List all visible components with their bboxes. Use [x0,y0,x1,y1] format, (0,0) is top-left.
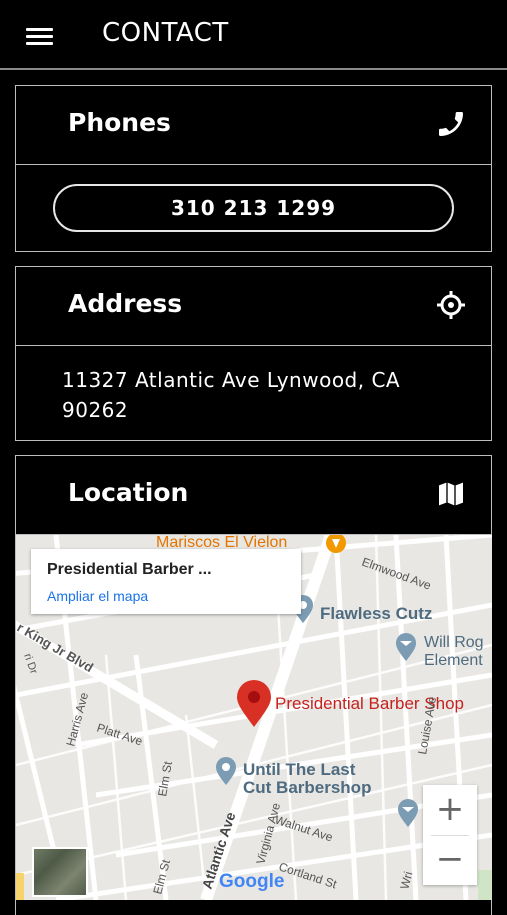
crosshair-location-icon[interactable] [435,289,467,321]
map-zoom-controls: + − [423,785,477,885]
map-label-flawless: Flawless Cutz [320,604,432,623]
hamburger-menu-icon[interactable] [26,26,54,46]
map-label-until-1: Until The Last [243,760,356,779]
phone-icon [439,112,463,136]
address-text: 11327 Atlantic Ave Lynwood, CA 90262 [62,365,442,425]
satellite-view-toggle[interactable] [32,847,88,897]
location-title: Location [68,478,189,507]
embedded-map[interactable]: Mariscos El Vielon Elmwood Ave Flawless … [16,535,492,900]
map-label-element: Element [424,652,483,669]
map-place-card: Presidential Barber ... Ampliar el mapa [31,549,301,614]
google-logo: Google [219,871,284,892]
address-header: Address [16,267,491,346]
app-bar: CONTACT [0,0,507,70]
map-icon[interactable] [435,478,467,510]
address-line-2: 90262 [62,398,129,422]
call-phone-button[interactable]: 310 213 1299 [53,184,454,232]
page-title: CONTACT [102,18,229,48]
enlarge-map-link[interactable]: Ampliar el mapa [47,588,148,604]
map-label-elm-lower: Elm St [150,857,173,895]
phones-card: Phones 310 213 1299 [15,85,492,252]
map-label-harris: Harris Ave [63,691,91,748]
map-label-ri: ri Dr [21,652,39,676]
location-header: Location [16,456,491,535]
address-title: Address [68,289,183,318]
address-card: Address 11327 Atlantic Ave Lynwood, CA 9… [15,266,492,441]
map-label-will-rog: Will Rog [424,634,484,651]
map-place-title: Presidential Barber ... [47,561,212,578]
map-label-wri: Wri [397,870,415,891]
address-line-1: 11327 Atlantic Ave Lynwood, CA [62,368,401,392]
map-label-walnut: Walnut Ave [273,813,335,845]
map-label-until-2: Cut Barbershop [243,778,371,797]
zoom-in-button[interactable]: + [423,785,477,835]
zoom-out-button[interactable]: − [423,835,477,885]
phones-title: Phones [68,108,171,137]
map-label-elm: Elm St [155,760,175,798]
phones-header: Phones [16,86,491,165]
until-the-last-cut-marker[interactable] [216,757,236,785]
